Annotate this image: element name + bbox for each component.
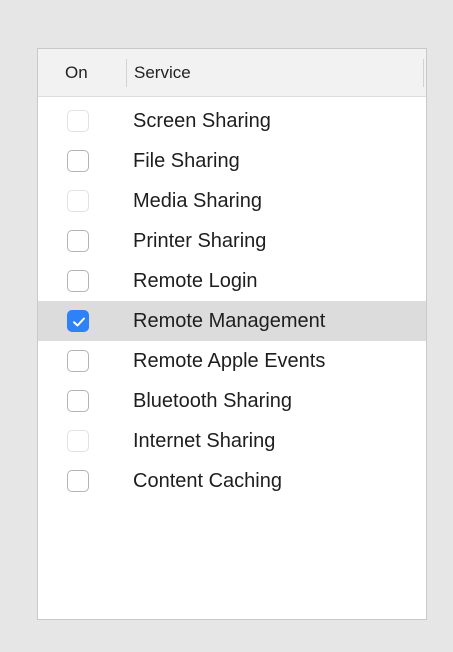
column-header-service[interactable]: Service xyxy=(134,49,191,97)
table-row-media-sharing[interactable]: Media Sharing xyxy=(38,181,426,221)
printer-sharing-label: Printer Sharing xyxy=(133,230,267,252)
internet-sharing-checkbox[interactable] xyxy=(67,430,89,452)
column-resize-handle[interactable] xyxy=(423,59,424,87)
column-divider xyxy=(126,59,127,87)
media-sharing-label: Media Sharing xyxy=(133,190,262,212)
bluetooth-sharing-checkbox[interactable] xyxy=(67,390,89,412)
internet-sharing-label: Internet Sharing xyxy=(133,430,276,452)
file-sharing-label: File Sharing xyxy=(133,150,240,172)
table-row-printer-sharing[interactable]: Printer Sharing xyxy=(38,221,426,261)
printer-sharing-checkbox[interactable] xyxy=(67,230,89,252)
bluetooth-sharing-label: Bluetooth Sharing xyxy=(133,390,293,412)
service-list: Screen Sharing File Sharing Media Sharin… xyxy=(38,101,426,501)
screen-sharing-checkbox[interactable] xyxy=(67,110,89,132)
table-row-remote-login[interactable]: Remote Login xyxy=(38,261,426,301)
remote-login-checkbox[interactable] xyxy=(67,270,89,292)
table-row-file-sharing[interactable]: File Sharing xyxy=(38,141,426,181)
table-row-bluetooth-sharing[interactable]: Bluetooth Sharing xyxy=(38,381,426,421)
remote-apple-events-label: Remote Apple Events xyxy=(133,350,326,372)
table-row-content-caching[interactable]: Content Caching xyxy=(38,461,426,501)
content-caching-checkbox[interactable] xyxy=(67,470,89,492)
remote-management-checkbox[interactable] xyxy=(67,310,89,332)
content-caching-label: Content Caching xyxy=(133,470,282,492)
remote-login-label: Remote Login xyxy=(133,270,258,292)
table-row-remote-apple-events[interactable]: Remote Apple Events xyxy=(38,341,426,381)
checkmark-icon xyxy=(73,317,85,327)
table-row-screen-sharing[interactable]: Screen Sharing xyxy=(38,101,426,141)
file-sharing-checkbox[interactable] xyxy=(67,150,89,172)
table-row-remote-management[interactable]: Remote Management xyxy=(38,301,426,341)
sharing-services-table: On Service Screen Sharing File Sharing M… xyxy=(37,48,427,620)
remote-apple-events-checkbox[interactable] xyxy=(67,350,89,372)
column-header-on[interactable]: On xyxy=(65,49,88,97)
remote-management-label: Remote Management xyxy=(133,310,326,332)
table-row-internet-sharing[interactable]: Internet Sharing xyxy=(38,421,426,461)
screen-sharing-label: Screen Sharing xyxy=(133,110,271,132)
media-sharing-checkbox[interactable] xyxy=(67,190,89,212)
table-header: On Service xyxy=(38,49,426,97)
